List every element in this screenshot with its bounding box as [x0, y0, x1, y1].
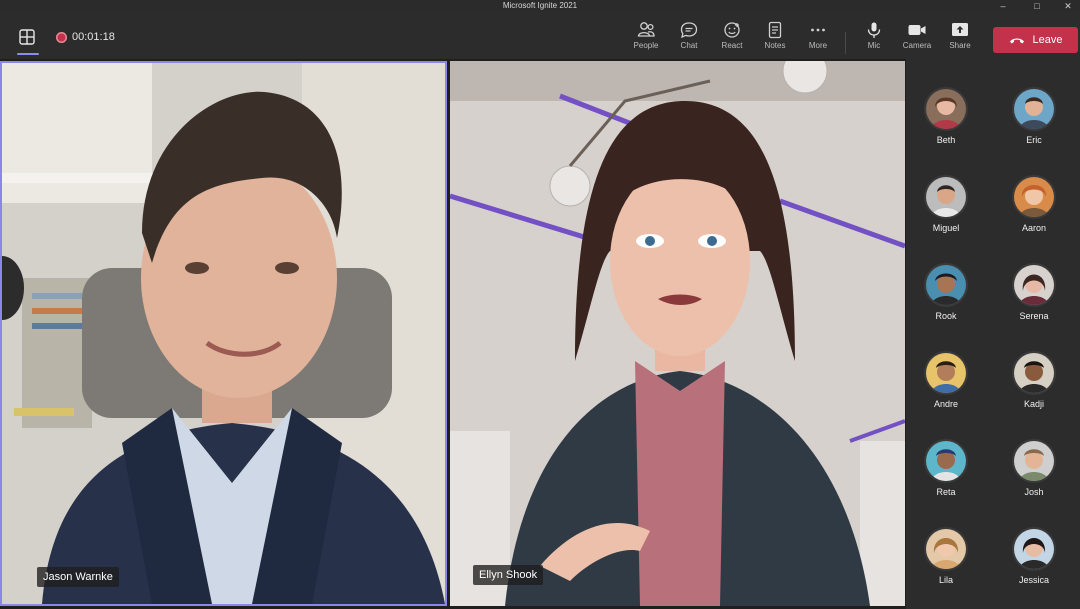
mic-button[interactable]: Mic	[856, 21, 892, 57]
participant-tile[interactable]: Josh	[999, 439, 1069, 497]
notes-button[interactable]: Notes	[757, 21, 793, 57]
participant-name-tag: Ellyn Shook	[473, 565, 544, 585]
participant-tile[interactable]: Serena	[999, 263, 1069, 321]
participant-video	[2, 63, 445, 604]
chat-button[interactable]: Chat	[671, 21, 707, 57]
share-button[interactable]: Share	[942, 21, 978, 57]
layout-button[interactable]	[13, 16, 41, 55]
phone-hangup-icon	[1009, 38, 1024, 44]
notes-label: Notes	[764, 41, 786, 50]
participant-name: Miguel	[932, 223, 960, 233]
recording-icon	[56, 31, 67, 43]
avatar	[924, 351, 968, 395]
camera-icon	[908, 25, 926, 35]
minimize-icon[interactable]: –	[993, 0, 1013, 12]
participant-name: Rook	[935, 311, 957, 321]
participant-tile[interactable]: Andre	[911, 351, 981, 409]
avatar	[1012, 87, 1056, 131]
avatar	[1012, 351, 1056, 395]
people-button[interactable]: People	[628, 21, 664, 57]
participant-name: Reta	[936, 487, 956, 497]
notes-icon	[768, 21, 782, 39]
avatar	[924, 439, 968, 483]
leave-button[interactable]: Leave	[993, 27, 1078, 53]
participant-name: Aaron	[1021, 223, 1047, 233]
people-label: People	[633, 41, 659, 50]
avatar	[924, 175, 968, 219]
participant-tile[interactable]: Kadji	[999, 351, 1069, 409]
avatar	[924, 87, 968, 131]
avatar	[924, 263, 968, 307]
participant-tile[interactable]: Aaron	[999, 175, 1069, 233]
more-label: More	[808, 41, 828, 50]
participant-tile[interactable]: Eric	[999, 87, 1069, 145]
react-button[interactable]: React	[714, 21, 750, 57]
camera-button[interactable]: Camera	[899, 21, 935, 57]
participant-name: Lila	[938, 575, 953, 585]
timer-text: 00:01:18	[72, 31, 115, 43]
participant-tile[interactable]: Rook	[911, 263, 981, 321]
toolbar-divider	[845, 32, 846, 54]
avatar	[1012, 263, 1056, 307]
title-bar: Microsoft Ignite 2021 – □ ✕	[0, 0, 1080, 12]
more-icon	[811, 28, 825, 32]
participant-tile[interactable]: Miguel	[911, 175, 981, 233]
participants-panel: Beth Eric Miguel Aaron Rook Serena Andre…	[906, 59, 1080, 609]
close-icon[interactable]: ✕	[1058, 0, 1078, 12]
participant-name: Kadji	[1023, 399, 1044, 409]
react-label: React	[721, 41, 743, 50]
participant-tile[interactable]: Lila	[911, 527, 981, 585]
participant-name: Serena	[1019, 311, 1049, 321]
avatar	[924, 527, 968, 571]
participant-tile[interactable]: Beth	[911, 87, 981, 145]
mic-label: Mic	[867, 41, 881, 50]
chat-icon	[680, 22, 698, 39]
avatar	[1012, 439, 1056, 483]
camera-label: Camera	[902, 41, 932, 50]
react-icon	[724, 22, 740, 38]
participant-name: Josh	[1024, 487, 1044, 497]
avatar	[1012, 175, 1056, 219]
chat-label: Chat	[680, 41, 698, 50]
participant-name-tag: Jason Warnke	[37, 567, 119, 587]
participant-tile[interactable]: Jessica	[999, 527, 1069, 585]
people-icon	[637, 22, 655, 37]
more-button[interactable]: More	[800, 21, 836, 57]
video-tile-right[interactable]: Ellyn Shook	[450, 61, 905, 606]
active-indicator	[17, 53, 39, 55]
share-icon	[952, 23, 968, 36]
meeting-timer: 00:01:18	[56, 28, 115, 46]
gallery-grid-icon	[19, 29, 35, 45]
maximize-icon[interactable]: □	[1027, 0, 1047, 12]
meeting-toolbar: 00:01:18 People Chat React Notes More Mi…	[0, 12, 1080, 59]
window-title: Microsoft Ignite 2021	[502, 1, 578, 10]
participant-name: Andre	[933, 399, 959, 409]
participant-name: Beth	[936, 135, 956, 145]
participant-name: Jessica	[1018, 575, 1049, 585]
participant-tile[interactable]: Reta	[911, 439, 981, 497]
participant-name: Eric	[1026, 135, 1042, 145]
avatar-video	[450, 61, 905, 606]
leave-label: Leave	[1032, 34, 1063, 46]
avatar	[1012, 527, 1056, 571]
video-tile-left[interactable]: Jason Warnke	[0, 61, 447, 606]
share-label: Share	[949, 41, 971, 50]
mic-icon	[867, 22, 881, 38]
